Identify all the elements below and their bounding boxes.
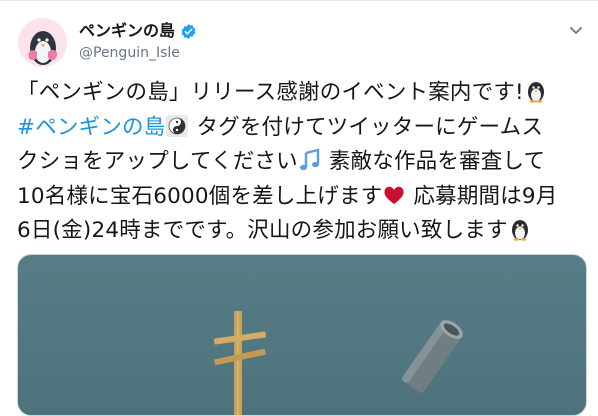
tweet-text-segment: 素敵な作品を審査して (321, 149, 546, 174)
tweet-line: 「ペンギンの島」リリース感謝のイベント案内です! (17, 78, 587, 113)
hashtag-link[interactable]: #ペンギンの島 (17, 115, 165, 140)
tweet-text-segment: 「ペンギンの島」リリース感謝のイベント案内です! (17, 80, 524, 105)
penguin-emoji-icon (508, 217, 532, 251)
tweet-line: #ペンギンの島 タグを付けてツイッターにゲームス (17, 113, 587, 148)
display-name-text[interactable]: ペンギンの島 (79, 21, 175, 41)
yin-yang-emoji-icon (165, 114, 189, 148)
game-screenshot-image (18, 255, 586, 415)
penguin-avatar-icon (18, 18, 67, 67)
tweet-line: 10名様に宝石6000個を差し上げます 応募期間は9月 (17, 182, 587, 217)
tweet-text-segment: タグを付けてツイッターにゲームス (189, 114, 544, 140)
account-handle[interactable]: @Penguin_Isle (79, 44, 180, 62)
tweet-line: クショをアップしてください 素敵な作品を審査して (17, 147, 587, 182)
display-name[interactable]: ペンギンの島 (79, 21, 197, 41)
tweet-text: 「ペンギンの島」リリース感謝のイベント案内です! #ペンギンの島 タグを付けてツ… (17, 78, 587, 251)
tweet-line: 6日(金)24時までです。沢山の参加お願い致します (17, 216, 587, 251)
red-heart-emoji-icon (382, 183, 406, 217)
chevron-down-icon[interactable] (568, 22, 584, 38)
tweet-text-segment: クショをアップしてください (17, 149, 298, 174)
top-divider (0, 0, 598, 1)
penguin-emoji-icon (524, 79, 548, 113)
tweet-text-segment: 6日(金)24時までです。沢山の参加お願い致します (17, 218, 508, 243)
verified-badge-icon (180, 23, 197, 40)
music-note-emoji-icon (298, 148, 322, 182)
tweet-media-image[interactable] (17, 254, 587, 416)
tweet-text-segment: 10名様に宝石6000個を差し上げます (17, 183, 383, 209)
tweet-text-segment: 応募期間は9月 (406, 183, 558, 209)
avatar[interactable] (18, 18, 67, 67)
